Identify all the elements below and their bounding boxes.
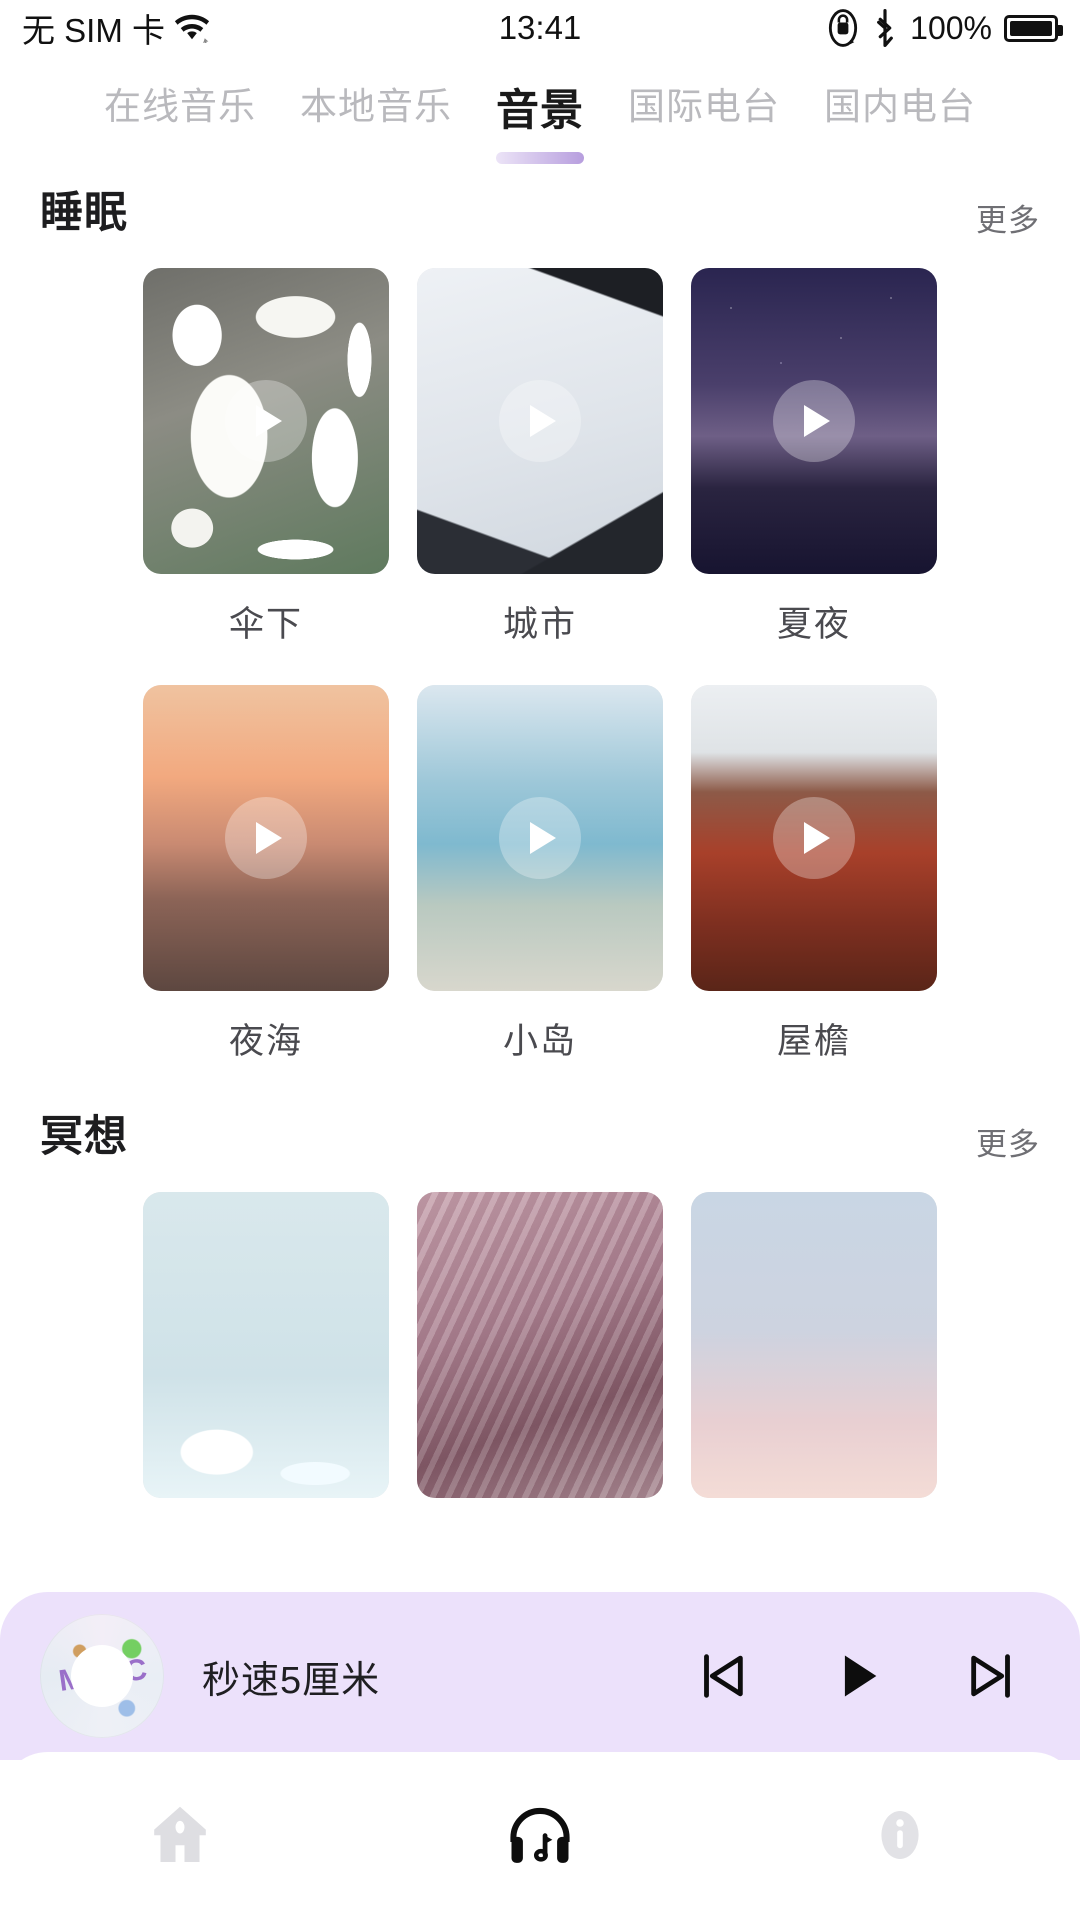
nav-item-info[interactable]	[820, 1790, 980, 1880]
soundscape-card[interactable]: 夜海	[143, 685, 389, 1102]
play-icon[interactable]	[225, 797, 307, 879]
play-icon[interactable]	[225, 380, 307, 462]
wifi-icon	[173, 13, 211, 43]
tab-label: 国内电台	[824, 86, 976, 127]
mini-player[interactable]: MUSIC 秒速5厘米	[0, 1592, 1080, 1760]
tab-soundscape[interactable]: 音景	[474, 62, 606, 164]
bottom-nav[interactable]	[0, 1752, 1080, 1920]
nav-item-music[interactable]	[460, 1790, 620, 1880]
section-header: 睡眠 更多	[0, 178, 1080, 240]
status-bar-right: 100%	[826, 9, 1063, 47]
soundscape-card[interactable]	[691, 1192, 937, 1498]
play-icon[interactable]	[773, 797, 855, 879]
card-label: 伞下	[228, 605, 303, 644]
card-artwork	[691, 1192, 937, 1498]
nav-item-home[interactable]	[100, 1790, 260, 1880]
cd-center-hole	[71, 1645, 133, 1707]
tab-local-music[interactable]: 本地音乐	[278, 62, 474, 144]
section-meditation: 冥想 更多	[0, 1102, 1080, 1498]
section-header: 冥想 更多	[0, 1102, 1080, 1164]
tab-label: 音景	[496, 87, 584, 135]
status-bar-left: 无 SIM 卡	[22, 4, 211, 52]
card-thumbnail[interactable]	[417, 268, 663, 574]
sleep-card-grid: 伞下 城市 夏夜 夜海 小岛 屋檐	[0, 268, 1080, 1102]
card-label: 小岛	[502, 1022, 577, 1061]
card-label: 城市	[502, 605, 577, 644]
card-thumbnail[interactable]	[417, 685, 663, 991]
card-label: 屋檐	[776, 1022, 851, 1061]
tab-online-music[interactable]: 在线音乐	[82, 62, 278, 144]
soundscape-card[interactable]	[143, 1192, 389, 1498]
soundscape-card[interactable]: 夏夜	[691, 268, 937, 685]
card-thumbnail[interactable]	[143, 685, 389, 991]
battery-full-icon	[1004, 14, 1063, 42]
tab-label: 在线音乐	[104, 86, 256, 127]
album-art[interactable]: MUSIC	[40, 1614, 164, 1738]
app-root: 无 SIM 卡 13:41 100% 在线音乐 本地音乐 音景 国际电台 国内电…	[0, 0, 1080, 1920]
tab-label: 国际电台	[628, 86, 780, 127]
card-thumbnail[interactable]	[691, 685, 937, 991]
section-more-button[interactable]: 更多	[976, 195, 1040, 240]
rotation-lock-icon	[826, 9, 860, 47]
player-controls	[692, 1647, 1040, 1705]
soundscape-card[interactable]	[417, 1192, 663, 1498]
tab-international-radio[interactable]: 国际电台	[606, 62, 802, 144]
status-bar: 无 SIM 卡 13:41 100%	[0, 0, 1080, 56]
home-icon	[144, 1799, 216, 1871]
card-thumbnail[interactable]	[691, 268, 937, 574]
skip-previous-icon[interactable]	[692, 1647, 750, 1705]
card-artwork	[417, 1192, 663, 1498]
soundscape-card[interactable]: 城市	[417, 268, 663, 685]
info-icon	[864, 1799, 936, 1871]
headphones-music-icon	[502, 1797, 578, 1873]
card-thumbnail[interactable]	[417, 1192, 663, 1498]
meditation-card-grid	[0, 1192, 1080, 1498]
soundscape-card[interactable]: 屋檐	[691, 685, 937, 1102]
play-icon[interactable]	[773, 380, 855, 462]
section-more-button[interactable]: 更多	[976, 1119, 1040, 1164]
tab-label: 本地音乐	[300, 86, 452, 127]
tab-domestic-radio[interactable]: 国内电台	[802, 62, 998, 144]
carrier-label: 无 SIM 卡	[22, 12, 166, 49]
soundscape-card[interactable]: 小岛	[417, 685, 663, 1102]
card-thumbnail[interactable]	[691, 1192, 937, 1498]
card-thumbnail[interactable]	[143, 268, 389, 574]
section-title: 睡眠	[40, 189, 128, 237]
tab-underline	[496, 152, 584, 164]
play-icon[interactable]	[499, 380, 581, 462]
soundscape-card[interactable]: 伞下	[143, 268, 389, 685]
tab-bar[interactable]: 在线音乐 本地音乐 音景 国际电台 国内电台	[0, 62, 1080, 172]
card-artwork	[143, 1192, 389, 1498]
play-icon[interactable]	[828, 1647, 886, 1705]
bluetooth-icon	[872, 9, 898, 47]
card-thumbnail[interactable]	[143, 1192, 389, 1498]
battery-percent-label: 100%	[910, 9, 992, 46]
skip-next-icon[interactable]	[964, 1647, 1022, 1705]
track-title: 秒速5厘米	[202, 1659, 381, 1702]
card-label: 夏夜	[776, 605, 851, 644]
section-sleep: 睡眠 更多 伞下 城市 夏夜 夜海 小岛 屋檐	[0, 178, 1080, 1102]
play-icon[interactable]	[499, 797, 581, 879]
card-label: 夜海	[228, 1022, 303, 1061]
section-title: 冥想	[40, 1113, 128, 1161]
